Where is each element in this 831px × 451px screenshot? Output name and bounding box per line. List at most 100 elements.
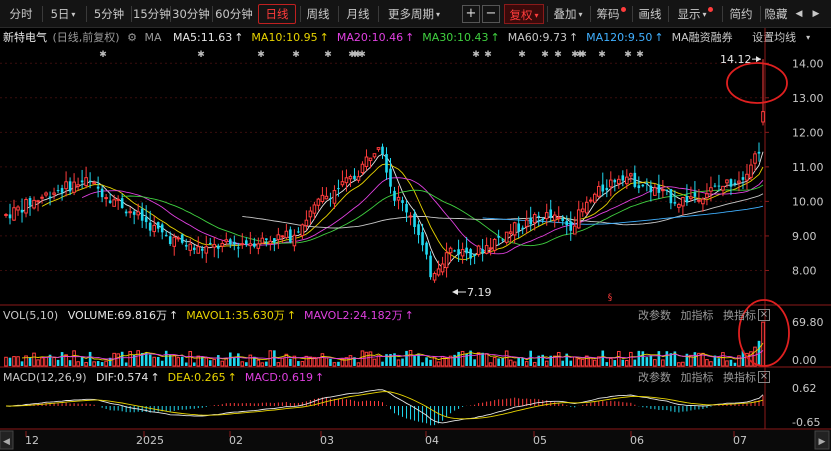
arrow-up-icon: ↑ [404, 309, 414, 322]
date-axis-label: 02 [229, 434, 243, 447]
volume-bar [705, 359, 709, 367]
volume-bar [116, 353, 120, 367]
volume-bar [504, 350, 509, 367]
volume-bar [164, 350, 168, 366]
scroll-left-icon[interactable]: ◀ [3, 437, 10, 447]
volume-bar [641, 351, 645, 366]
candle-body [8, 214, 12, 219]
candle-body [444, 252, 449, 269]
vol-close-icon[interactable]: × [758, 309, 770, 321]
candle-body [757, 151, 761, 154]
event-star-icon[interactable]: ✱ [579, 50, 587, 60]
vol-huanzhibiao-button[interactable]: 换指标 [723, 309, 756, 322]
candle-body [96, 186, 100, 189]
vol-jiazhibiao-button[interactable]: 加指标 [681, 309, 714, 322]
candle-body [588, 199, 593, 202]
event-star-icon[interactable]: ✱ [292, 50, 300, 60]
candle-body [104, 197, 108, 200]
event-star-icon[interactable]: ✱ [472, 50, 480, 60]
candle-body [572, 225, 577, 235]
scroll-right-icon[interactable]: ▶ [819, 437, 826, 447]
macd-huanzhibiao-button[interactable]: 换指标 [723, 371, 756, 384]
volume-info-row: VOL(5,10) VOLUME:69.816万 ↑ MAVOL1:35.630万 ↑… [3, 308, 430, 324]
candle-body [20, 209, 24, 213]
signal-marker-icon[interactable]: § [608, 293, 613, 303]
volume-bar [717, 358, 721, 366]
price-axis-label: 10.00 [792, 195, 824, 208]
volume-bar [320, 353, 325, 367]
volume-bar [605, 362, 609, 366]
candle-body [100, 188, 104, 198]
event-star-icon[interactable]: ✱ [99, 50, 107, 60]
candle-body [541, 218, 545, 221]
candle-body [16, 206, 20, 211]
volume-bar [657, 351, 661, 366]
event-star-icon[interactable]: ✱ [636, 50, 644, 60]
candle-body [268, 240, 273, 245]
candle-body [192, 247, 196, 251]
candle-body [300, 224, 305, 237]
event-star-icon[interactable]: ✱ [624, 50, 632, 60]
macd-item: DEA:0.265 ↑ [167, 371, 237, 384]
volume-bar [484, 353, 489, 367]
candle-body [432, 273, 437, 281]
macd-close-icon[interactable]: × [758, 371, 770, 383]
candle-body [753, 153, 757, 164]
candle-body [709, 187, 713, 192]
macd-gaicanshu-button[interactable]: 改参数 [638, 371, 671, 384]
candle-body [457, 249, 460, 255]
vol-gaicanshu-button[interactable]: 改参数 [638, 309, 671, 322]
candle-body [569, 221, 573, 231]
candle-body [605, 187, 609, 191]
volume-bar [72, 350, 76, 367]
candle-body [64, 181, 68, 190]
volume-bar [544, 360, 549, 367]
event-star-icon[interactable]: ✱ [197, 50, 205, 60]
event-star-icon[interactable]: ✱ [358, 50, 366, 60]
candle-body [200, 248, 204, 251]
candle-body [669, 188, 673, 204]
macd-header: MACD(12,26,9) [3, 371, 87, 384]
volume-bar [364, 351, 369, 367]
candle-body [549, 209, 553, 218]
ma5-line [21, 151, 764, 269]
volume-bar [405, 350, 408, 366]
event-star-icon[interactable]: ✱ [541, 50, 549, 60]
date-axis-label: 03 [320, 434, 334, 447]
volume-bar [208, 360, 212, 366]
volume-bar [481, 352, 484, 366]
macd-jiazhibiao-button[interactable]: 加指标 [681, 371, 714, 384]
volume-bar [96, 361, 100, 366]
event-star-icon[interactable]: ✱ [257, 50, 265, 60]
candle-body [629, 173, 633, 177]
volume-bar [60, 352, 64, 366]
volume-bar [280, 357, 285, 367]
candle-body [532, 214, 537, 224]
volume-bar [80, 356, 84, 366]
volume-bar [188, 351, 193, 367]
event-star-icon[interactable]: ✱ [484, 50, 492, 60]
macd-item: DIF:0.574 ↑ [96, 371, 160, 384]
volume-bar [184, 362, 188, 366]
candle-body [645, 182, 649, 184]
volume-bar [709, 361, 713, 367]
candle-body [537, 215, 541, 218]
candle-body [649, 185, 653, 193]
event-star-icon[interactable]: ✱ [324, 50, 332, 60]
volume-bar [4, 356, 8, 367]
candle-body [421, 232, 424, 246]
volume-bar [337, 361, 340, 366]
volume-bar [645, 357, 649, 366]
event-star-icon[interactable]: ✱ [518, 50, 526, 60]
candle-body [280, 235, 285, 238]
candle-body [393, 190, 396, 201]
date-axis-label: 12 [25, 434, 39, 447]
candle-body [713, 185, 717, 187]
volume-bar [36, 359, 40, 367]
candle-body [212, 243, 217, 248]
arrow-up-icon: ↑ [315, 371, 325, 384]
volume-bar [12, 356, 16, 367]
event-star-icon[interactable]: ✱ [554, 50, 562, 60]
candle-body [565, 221, 569, 226]
event-star-icon[interactable]: ✱ [598, 50, 606, 60]
